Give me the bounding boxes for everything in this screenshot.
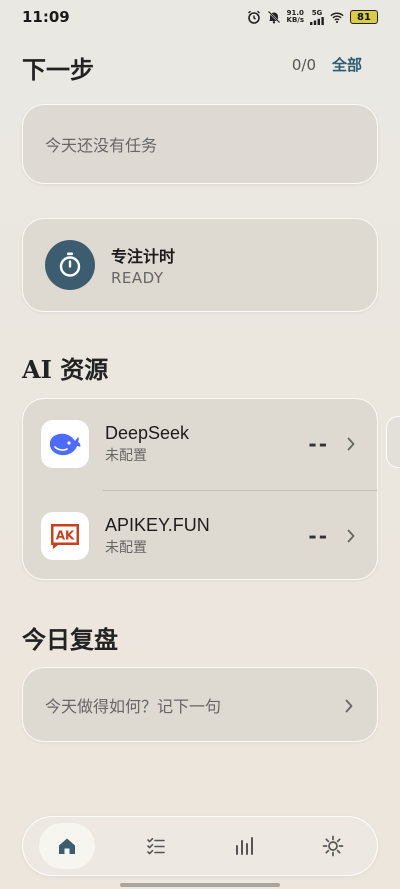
next-step-title: 下一步 [22, 55, 94, 84]
ai-resource-value: -- [308, 524, 329, 548]
focus-timer-status: READY [111, 269, 164, 287]
settings-sun-icon [322, 835, 344, 857]
chevron-right-icon [343, 698, 355, 714]
ai-resource-apikey-info: APIKEY.FUN 未配置 [105, 515, 210, 557]
nav-stats[interactable] [216, 823, 272, 869]
empty-task-text: 今天还没有任务 [45, 136, 158, 155]
ai-resource-status: 未配置 [105, 448, 147, 464]
focus-timer-text: 专注计时 READY [111, 243, 175, 287]
task-count: 0/0 [291, 55, 316, 74]
focus-timer-title: 专注计时 [111, 247, 176, 266]
ai-resource-name: DeepSeek [105, 423, 190, 443]
ai-resource-apikey[interactable]: AK APIKEY.FUN 未配置 -- [23, 491, 379, 581]
home-icon [59, 838, 76, 854]
daily-review-card[interactable]: 今天做得如何？记下一句 [22, 667, 378, 742]
bar-chart-icon [236, 837, 254, 855]
network-type: 5G [311, 8, 323, 17]
status-bar: 11:09 91.0 KB/s 5G 81 [0, 0, 400, 40]
mute-bell-icon [267, 10, 281, 24]
alarm-icon [247, 10, 261, 24]
ai-resources-card: DeepSeek 未配置 -- AK APIKEY.FUN 未配置 -- [22, 398, 378, 580]
ai-resource-name: APIKEY.FUN [105, 515, 210, 535]
ai-resource-deepseek-info: DeepSeek 未配置 [105, 423, 189, 465]
signal-5g: 5G [310, 8, 324, 25]
signal-bars-icon [310, 16, 324, 25]
deepseek-whale-icon [41, 420, 89, 468]
chevron-right-icon [345, 528, 357, 544]
empty-task-card[interactable]: 今天还没有任务 [22, 104, 378, 184]
ai-resources-title: AI 资源 [22, 355, 109, 384]
wifi-icon [330, 10, 344, 24]
chevron-right-icon [345, 436, 357, 452]
net-speed-unit: KB/s [286, 16, 304, 24]
ai-resource-status: 未配置 [105, 540, 147, 556]
status-time: 11:09 [22, 8, 70, 26]
nav-tasks[interactable] [128, 823, 184, 869]
bottom-nav [22, 816, 378, 876]
nav-home[interactable] [39, 823, 96, 869]
net-speed: 91.0 KB/s [287, 10, 304, 24]
side-edge-handle[interactable] [386, 416, 400, 468]
daily-review-prompt: 今天做得如何？记下一句 [45, 696, 222, 716]
next-step-header-right: 0/0 全部 [292, 54, 362, 75]
ai-resource-deepseek[interactable]: DeepSeek 未配置 -- [23, 399, 379, 489]
task-list-icon [146, 837, 165, 855]
ai-resource-value: -- [308, 432, 329, 456]
daily-review-title: 今日复盘 [22, 625, 118, 654]
ak-badge-icon: AK [41, 512, 89, 560]
ak-badge-text: AK [56, 529, 75, 543]
status-icons: 91.0 KB/s 5G 81 [247, 8, 378, 25]
home-indicator[interactable] [120, 883, 280, 887]
stopwatch-icon [45, 240, 95, 290]
focus-timer-card[interactable]: 专注计时 READY [22, 218, 378, 312]
battery-indicator: 81 [350, 10, 378, 24]
view-all-link[interactable]: 全部 [332, 54, 362, 75]
nav-settings[interactable] [305, 823, 361, 869]
